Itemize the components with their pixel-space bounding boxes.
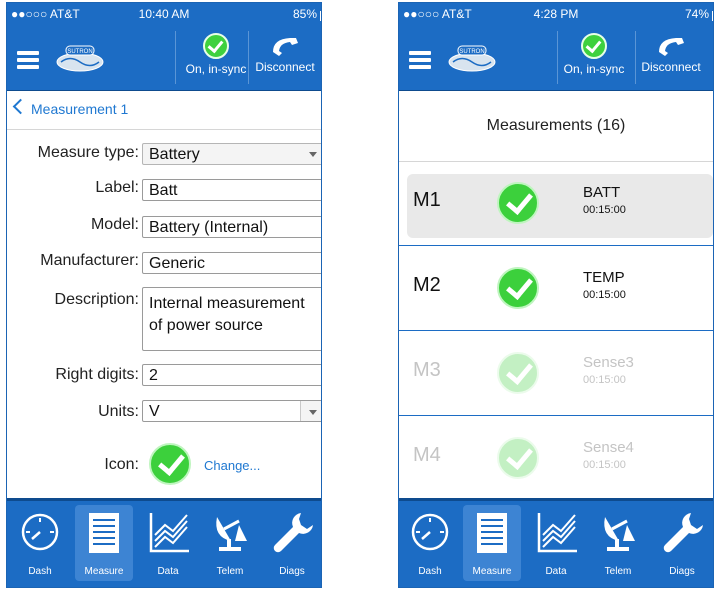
measure-type-select[interactable]: Battery: [142, 143, 321, 165]
chevron-down-icon: [309, 152, 317, 157]
model-label: Model:: [90, 216, 139, 233]
battery-icon: [320, 11, 321, 21]
sync-status-button[interactable]: On, in-sync: [175, 33, 257, 76]
tab-data[interactable]: Data: [527, 505, 585, 581]
back-button[interactable]: Measurement 1: [7, 91, 321, 130]
tab-telem[interactable]: Telem: [589, 505, 647, 581]
chevron-down-icon: [300, 401, 321, 421]
tab-measure[interactable]: Measure: [75, 505, 133, 581]
tab-diags[interactable]: Diags: [263, 505, 321, 581]
disconnect-button[interactable]: Disconnect: [249, 33, 321, 74]
satellite-dish-icon: [216, 517, 247, 551]
manufacturer-field[interactable]: Generic: [142, 252, 321, 274]
manufacturer-label: Manufacturer:: [40, 252, 139, 269]
disconnect-button[interactable]: Disconnect: [635, 33, 707, 74]
svg-text:SUTRON: SUTRON: [459, 49, 484, 55]
chart-icon: [149, 513, 189, 553]
gauge-icon: [411, 513, 449, 551]
sync-check-icon: [581, 33, 607, 59]
right-phone-screen: ●●○○○ AT&T 4:28 PM 74% SUTRON On, in-syn…: [398, 2, 714, 588]
measurement-item-m2[interactable]: M2 TEMP 00:15:00: [399, 246, 713, 331]
tab-bar: Dash Measure Data Telem Diags: [399, 498, 713, 587]
tab-dash[interactable]: Dash: [401, 505, 459, 581]
battery-icon: [712, 11, 713, 21]
change-icon-link[interactable]: Change...: [204, 458, 260, 473]
satellite-dish-icon: [604, 517, 635, 551]
measurement-item-m4[interactable]: M4 Sense4 00:15:00: [399, 416, 713, 500]
nav-bar: SUTRON On, in-sync Disconnect: [7, 25, 321, 91]
measurements-header: Measurements (16): [399, 91, 713, 162]
sutron-logo: SUTRON: [56, 45, 104, 72]
tab-measure[interactable]: Measure: [463, 505, 521, 581]
battery-indicator: 74%: [685, 7, 713, 21]
chevron-left-icon: [12, 98, 29, 115]
description-field[interactable]: Internal measurement of power source: [142, 287, 321, 351]
check-icon: [497, 352, 539, 394]
left-phone-screen: ●●○○○ AT&T 10:40 AM 85% SUTRON On, in-sy…: [6, 2, 322, 588]
wrench-icon: [273, 513, 313, 553]
menu-icon[interactable]: [17, 51, 39, 69]
status-bar: ●●○○○ AT&T 4:28 PM 74%: [399, 3, 713, 25]
measure-type-label: Measure type:: [37, 144, 139, 161]
nav-bar: SUTRON On, in-sync Disconnect: [399, 25, 713, 91]
units-label: Units:: [98, 403, 139, 420]
check-icon: [149, 443, 191, 485]
status-bar: ●●○○○ AT&T 10:40 AM 85%: [7, 3, 321, 25]
sync-status-button[interactable]: On, in-sync: [553, 33, 635, 76]
description-label: Description:: [54, 291, 139, 308]
status-time: 10:40 AM: [138, 7, 190, 21]
svg-text:SUTRON: SUTRON: [67, 49, 92, 55]
right-digits-label: Right digits:: [55, 366, 139, 383]
label-field[interactable]: Batt: [142, 179, 321, 201]
measurement-item-m3[interactable]: M3 Sense3 00:15:00: [399, 331, 713, 416]
status-time: 4:28 PM: [533, 7, 579, 21]
icon-label: Icon:: [104, 456, 139, 473]
check-icon: [497, 182, 539, 224]
model-field[interactable]: Battery (Internal): [142, 216, 321, 238]
tab-data[interactable]: Data: [139, 505, 197, 581]
list-icon: [89, 513, 119, 553]
check-icon: [497, 437, 539, 479]
check-icon: [497, 267, 539, 309]
gauge-icon: [21, 513, 59, 551]
tab-dash[interactable]: Dash: [11, 505, 69, 581]
chart-icon: [537, 513, 577, 553]
units-select[interactable]: V: [142, 400, 321, 422]
battery-indicator: 85%: [293, 7, 321, 21]
sync-check-icon: [203, 33, 229, 59]
phone-handset-icon: [659, 38, 684, 56]
measurement-item-m1[interactable]: M1 BATT 00:15:00: [399, 161, 713, 246]
right-digits-field[interactable]: 2: [142, 364, 321, 386]
label-label: Label:: [95, 179, 139, 196]
tab-diags[interactable]: Diags: [653, 505, 711, 581]
menu-icon[interactable]: [409, 51, 431, 69]
tab-telem[interactable]: Telem: [201, 505, 259, 581]
sutron-logo: SUTRON: [448, 45, 496, 72]
tab-bar: Dash Measure Data Telem Diags: [7, 498, 321, 587]
list-icon: [477, 513, 507, 553]
phone-handset-icon: [273, 38, 298, 56]
wrench-icon: [663, 513, 703, 553]
